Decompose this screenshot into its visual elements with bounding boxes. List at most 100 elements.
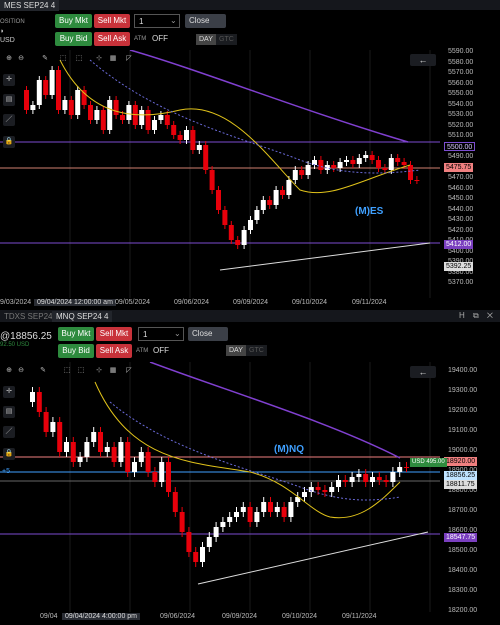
book-icon[interactable]: ▤	[3, 94, 15, 106]
lock-icon[interactable]: 🔒	[3, 448, 15, 460]
price-label: 19200.00	[448, 407, 478, 414]
tif-gtc[interactable]: GTC	[246, 345, 267, 356]
price-label: 5590.00	[448, 48, 474, 55]
candle-body	[111, 447, 117, 462]
price-label: 19100.00	[448, 427, 478, 434]
chevron-down-icon[interactable]: ⌄	[174, 329, 181, 338]
select-icon[interactable]: ⬚	[74, 54, 84, 64]
tab-mnq[interactable]: MNQ SEP24 4	[52, 311, 113, 322]
candle-body	[363, 155, 369, 158]
text-icon[interactable]: ⊹	[94, 54, 104, 64]
candle-body	[234, 512, 239, 517]
position-label: OSITION	[0, 19, 25, 25]
chart-canvas[interactable]	[0, 362, 440, 612]
candle-body	[152, 472, 158, 482]
buy-bid-button[interactable]: Buy Bid	[55, 32, 92, 46]
candle-body	[139, 110, 145, 125]
moving-average-fast	[94, 381, 401, 519]
candle-body	[268, 502, 273, 512]
book-icon[interactable]: ▤	[3, 406, 15, 418]
zoom-in-icon[interactable]: ⊕	[4, 366, 14, 376]
pencil-icon[interactable]: ／	[3, 114, 15, 126]
chevron-down-icon[interactable]: ⌄	[170, 16, 177, 25]
price-chart-mes[interactable]: (M)ES ⊕ ⊖ ✎ ⬚ ⬚ ⊹ ▦ ◸ ✛ ▤ ／ 🔒 ← 5590.00 5…	[0, 48, 500, 310]
pointer-icon[interactable]: ⬚	[58, 54, 68, 64]
grid-icon[interactable]: ▦	[108, 54, 118, 64]
pencil-icon[interactable]: ／	[3, 426, 15, 438]
close-button[interactable]: Close	[185, 14, 226, 28]
price-label: 5550.00	[448, 90, 474, 97]
tab-mes[interactable]: MES SEP24 4	[0, 0, 60, 11]
candle-body	[390, 472, 396, 482]
price-label: 5440.00	[448, 205, 474, 213]
sell-ask-button[interactable]: Sell Ask	[96, 344, 132, 358]
candle-body	[235, 240, 241, 245]
time-label-cursor: 09/04/2024 4:00:00 pm	[62, 613, 141, 620]
candle-body	[220, 522, 226, 527]
zoom-in-icon[interactable]: ⊕	[4, 54, 14, 64]
atm-select[interactable]: OFF	[151, 345, 183, 357]
select-icon[interactable]: ⬚	[76, 366, 86, 376]
pointer-icon[interactable]: ⬚	[62, 366, 72, 376]
candle-body	[336, 480, 341, 487]
chart-canvas[interactable]	[0, 50, 440, 298]
chart-panel-mes: MES SEP24 4 OSITION ◗ USD Buy Mkt Sell M…	[0, 0, 500, 310]
candle-body	[267, 200, 273, 205]
scroll-back-button[interactable]: ←	[410, 54, 436, 66]
lock-icon[interactable]: 🔒	[3, 136, 15, 148]
candle-body	[288, 502, 294, 517]
price-label: 5540.00	[448, 100, 474, 108]
ruler-icon[interactable]: ◸	[124, 54, 134, 64]
candle-body	[177, 135, 183, 140]
candle-body	[350, 160, 356, 164]
time-label: 09/10/2024	[292, 299, 328, 306]
candle-body	[261, 502, 267, 512]
crosshair-icon[interactable]: ✛	[3, 386, 15, 398]
candle-body	[260, 200, 266, 210]
candle-body	[337, 162, 343, 168]
grid-icon[interactable]: ▦	[108, 366, 118, 376]
candle-body	[329, 487, 335, 492]
crosshair-icon[interactable]: ✛	[3, 74, 15, 86]
sell-mkt-button[interactable]: Sell Mkt	[96, 327, 132, 341]
candle-body	[344, 160, 349, 162]
zoom-out-icon[interactable]: ⊖	[16, 54, 26, 64]
sell-mkt-button[interactable]: Sell Mkt	[94, 14, 130, 28]
candle-body	[209, 170, 215, 190]
zoom-out-icon[interactable]: ⊖	[16, 366, 26, 376]
price-label: 5370.00	[448, 279, 474, 286]
price-label: 5430.00	[448, 216, 474, 223]
scroll-back-button[interactable]: ←	[410, 366, 436, 378]
candle-body	[91, 432, 97, 442]
price-chart-mnq[interactable]: (M)NQ +5 ⊕ ⊖ ✎ ⬚ ⬚ ⊹ ▦ ◸ ✛ ▤ ／ 🔒 ← 19400…	[0, 362, 500, 625]
sell-ask-button[interactable]: Sell Ask	[94, 32, 130, 46]
candle-body	[100, 110, 106, 130]
candle-body	[213, 527, 219, 537]
buy-mkt-button[interactable]: Buy Mkt	[55, 14, 92, 28]
candle-body	[158, 115, 164, 120]
draw-icon[interactable]: ✎	[38, 366, 48, 376]
candle-body	[248, 220, 253, 230]
tif-gtc[interactable]: GTC	[216, 34, 237, 45]
window-controls-icon[interactable]: H ⧉ ✕	[459, 311, 496, 321]
candle-body	[145, 452, 151, 472]
ruler-icon[interactable]: ◸	[124, 366, 134, 376]
close-button[interactable]: Close	[188, 327, 228, 341]
candle-body	[184, 130, 189, 140]
time-label: 9/03/2024	[0, 299, 32, 306]
buy-bid-button[interactable]: Buy Bid	[58, 344, 94, 358]
candle-body	[113, 100, 119, 115]
text-icon[interactable]: ⊹	[94, 366, 104, 376]
tif-day[interactable]: DAY	[196, 34, 216, 45]
atm-select[interactable]: OFF	[150, 33, 182, 45]
tif-day[interactable]: DAY	[226, 345, 246, 356]
candle-body	[206, 537, 212, 547]
price-label: 18300.00	[448, 587, 478, 594]
price-label: 5580.00	[448, 58, 474, 66]
time-label-cursor: 09/04/2024 12:00:00 am	[34, 299, 116, 306]
draw-icon[interactable]: ✎	[40, 54, 50, 64]
candle-body	[408, 165, 413, 180]
price-label: 18700.00	[448, 507, 478, 514]
candle-body	[125, 442, 131, 472]
buy-mkt-button[interactable]: Buy Mkt	[58, 327, 94, 341]
